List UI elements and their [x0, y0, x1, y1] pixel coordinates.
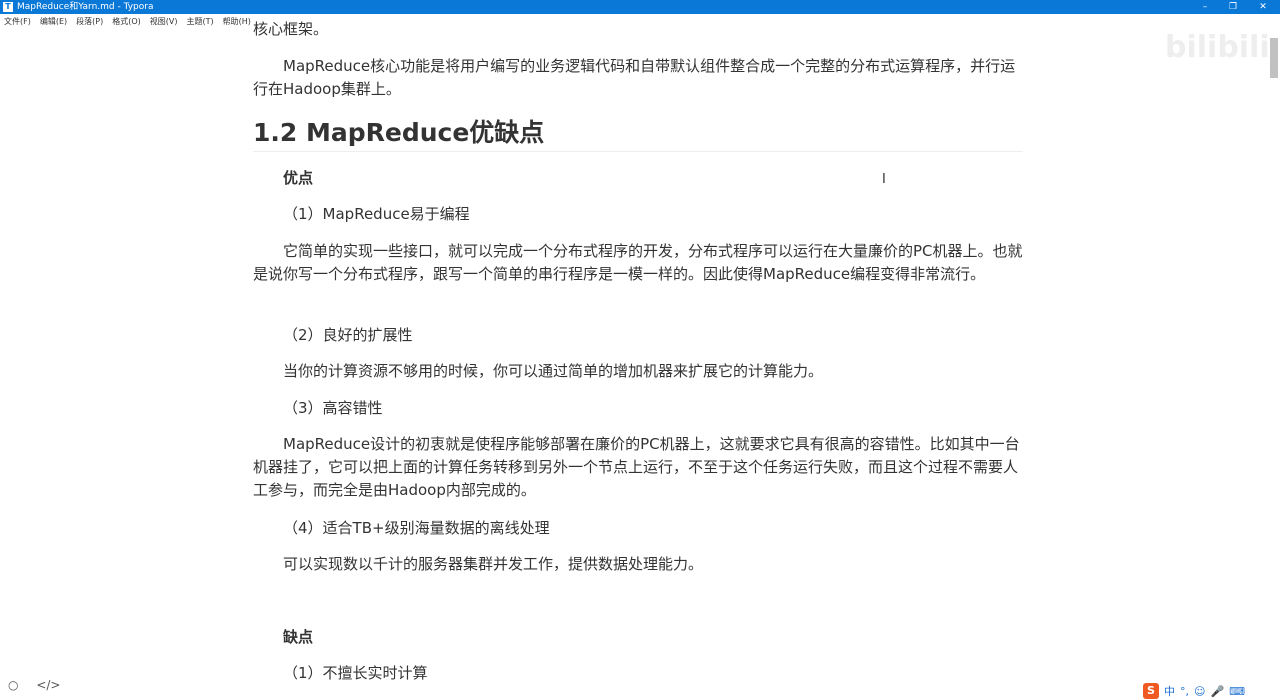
- menu-theme[interactable]: 主题(T): [186, 14, 213, 30]
- cons-title: 缺点: [283, 628, 314, 646]
- pro-3-body: MapReduce设计的初衷就是使程序能够部署在廉价的PC机器上，这就要求它具有…: [253, 435, 1020, 499]
- menu-format[interactable]: 格式(O): [112, 14, 141, 30]
- bilibili-watermark: bilibili: [1165, 30, 1270, 65]
- ime-mode[interactable]: 中: [1164, 683, 1175, 699]
- mic-icon[interactable]: 🎤: [1210, 685, 1224, 698]
- menu-edit[interactable]: 编辑(E): [40, 14, 67, 30]
- close-button[interactable]: ✕: [1248, 0, 1278, 14]
- emoji-icon[interactable]: ☺: [1194, 685, 1205, 698]
- text-cursor-icon: I: [882, 172, 886, 187]
- menu-bar: 文件(F) 编辑(E) 段落(P) 格式(O) 视图(V) 主题(T) 帮助(H…: [0, 14, 251, 30]
- pro-1-title: （1）MapReduce易于编程: [283, 205, 470, 223]
- pro-4-title: （4）适合TB+级别海量数据的离线处理: [283, 519, 550, 537]
- pro-2-title: （2）良好的扩展性: [283, 326, 413, 344]
- punct-icon[interactable]: °,: [1180, 685, 1189, 698]
- heading-divider: [253, 151, 1023, 152]
- paragraph-intro: MapReduce核心功能是将用户编写的业务逻辑代码和自带默认组件整合成一个完整…: [253, 57, 1016, 98]
- minimize-button[interactable]: –: [1190, 0, 1220, 14]
- paragraph: 核心框架。: [253, 20, 329, 38]
- pro-4-body: 可以实现数以千计的服务器集群并发工作，提供数据处理能力。: [283, 555, 704, 573]
- pro-2-body: 当你的计算资源不够用的时候，你可以通过简单的增加机器来扩展它的计算能力。: [283, 362, 824, 380]
- pro-1-body: 它简单的实现一些接口，就可以完成一个分布式程序的开发，分布式程序可以运行在大量廉…: [253, 242, 1023, 283]
- menu-view[interactable]: 视图(V): [150, 14, 178, 30]
- pros-title: 优点: [283, 169, 314, 187]
- typora-logo-icon: T: [3, 2, 13, 12]
- menu-help[interactable]: 帮助(H): [223, 14, 251, 30]
- keyboard-icon[interactable]: ⌨: [1229, 685, 1245, 698]
- pro-3-title: （3）高容错性: [283, 399, 383, 417]
- heading-pros-cons: 1.2 MapReduce优缺点: [253, 118, 545, 147]
- restore-button[interactable]: ❐: [1218, 0, 1248, 14]
- status-bar: ○ </>: [8, 678, 60, 692]
- outline-toggle-icon[interactable]: ○: [8, 678, 18, 692]
- ime-toolbar: S 中 °, ☺ 🎤 ⌨: [1143, 683, 1245, 699]
- source-mode-icon[interactable]: </>: [36, 678, 60, 692]
- title-bar: T MapReduce和Yarn.md - Typora – ❐ ✕: [0, 0, 1280, 14]
- window-title: MapReduce和Yarn.md - Typora: [17, 2, 154, 12]
- menu-file[interactable]: 文件(F): [4, 14, 31, 30]
- con-1-title: （1）不擅长实时计算: [283, 664, 428, 682]
- sogou-logo-icon[interactable]: S: [1143, 683, 1159, 699]
- menu-paragraph[interactable]: 段落(P): [76, 14, 103, 30]
- scrollbar[interactable]: [1270, 38, 1278, 78]
